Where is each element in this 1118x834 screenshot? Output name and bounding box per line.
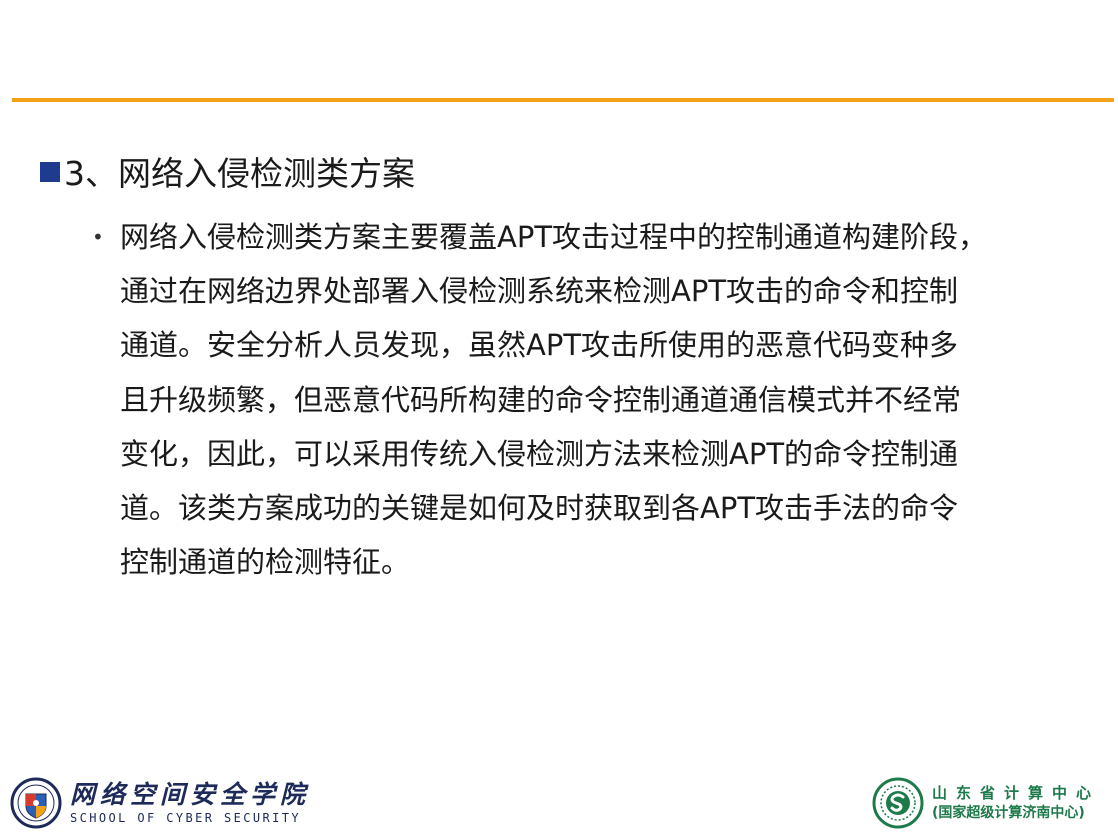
heading-square-bullet-icon <box>40 162 60 182</box>
paragraph-line: 且升级频繁，但恶意代码所构建的命令控制通道通信模式并不经常 <box>120 382 962 417</box>
paragraph-line: 网络入侵检测类方案主要覆盖APT攻击过程中的控制通道构建阶段， <box>120 220 988 254</box>
bullet-dot-icon: • <box>92 225 104 249</box>
school-name-cn: 网络空间安全学院 <box>70 780 311 809</box>
center-branding: 山东省计算中心 (国家超级计算济南中心) <box>872 776 1100 830</box>
paragraph-line: 通过在网络边界处部署入侵检测系统来检测APT攻击的命令和控制 <box>120 274 959 309</box>
slide-heading-text: 3、网络入侵检测类方案 <box>64 154 415 193</box>
body-paragraph: 网络入侵检测类方案主要覆盖APT攻击过程中的控制通道构建阶段， 通过在网络边界处… <box>120 210 1080 589</box>
school-name-en: SCHOOL OF CYBER SECURITY <box>70 811 301 825</box>
paragraph-line: 道。该类方案成功的关键是如何及时获取到各APT攻击手法的命令 <box>120 490 959 525</box>
paragraph-line: 通道。安全分析人员发现，虽然APT攻击所使用的恶意代码变种多 <box>120 328 959 363</box>
center-subtitle: (国家超级计算济南中心) <box>931 805 1085 821</box>
school-branding: 网络空间安全学院 SCHOOL OF CYBER SECURITY <box>10 776 310 830</box>
paragraph-line: 控制通道的检测特征。 <box>120 545 411 580</box>
paragraph-line: 变化，因此，可以采用传统入侵检测方法来检测APT的命令控制通 <box>120 436 959 471</box>
slide-heading: 3、网络入侵检测类方案 <box>40 148 415 194</box>
center-name-cn: 山东省计算中心 <box>931 784 1100 802</box>
header-divider-rule <box>12 98 1114 102</box>
computing-center-seal-icon <box>872 777 924 829</box>
university-emblem-icon <box>10 777 62 829</box>
